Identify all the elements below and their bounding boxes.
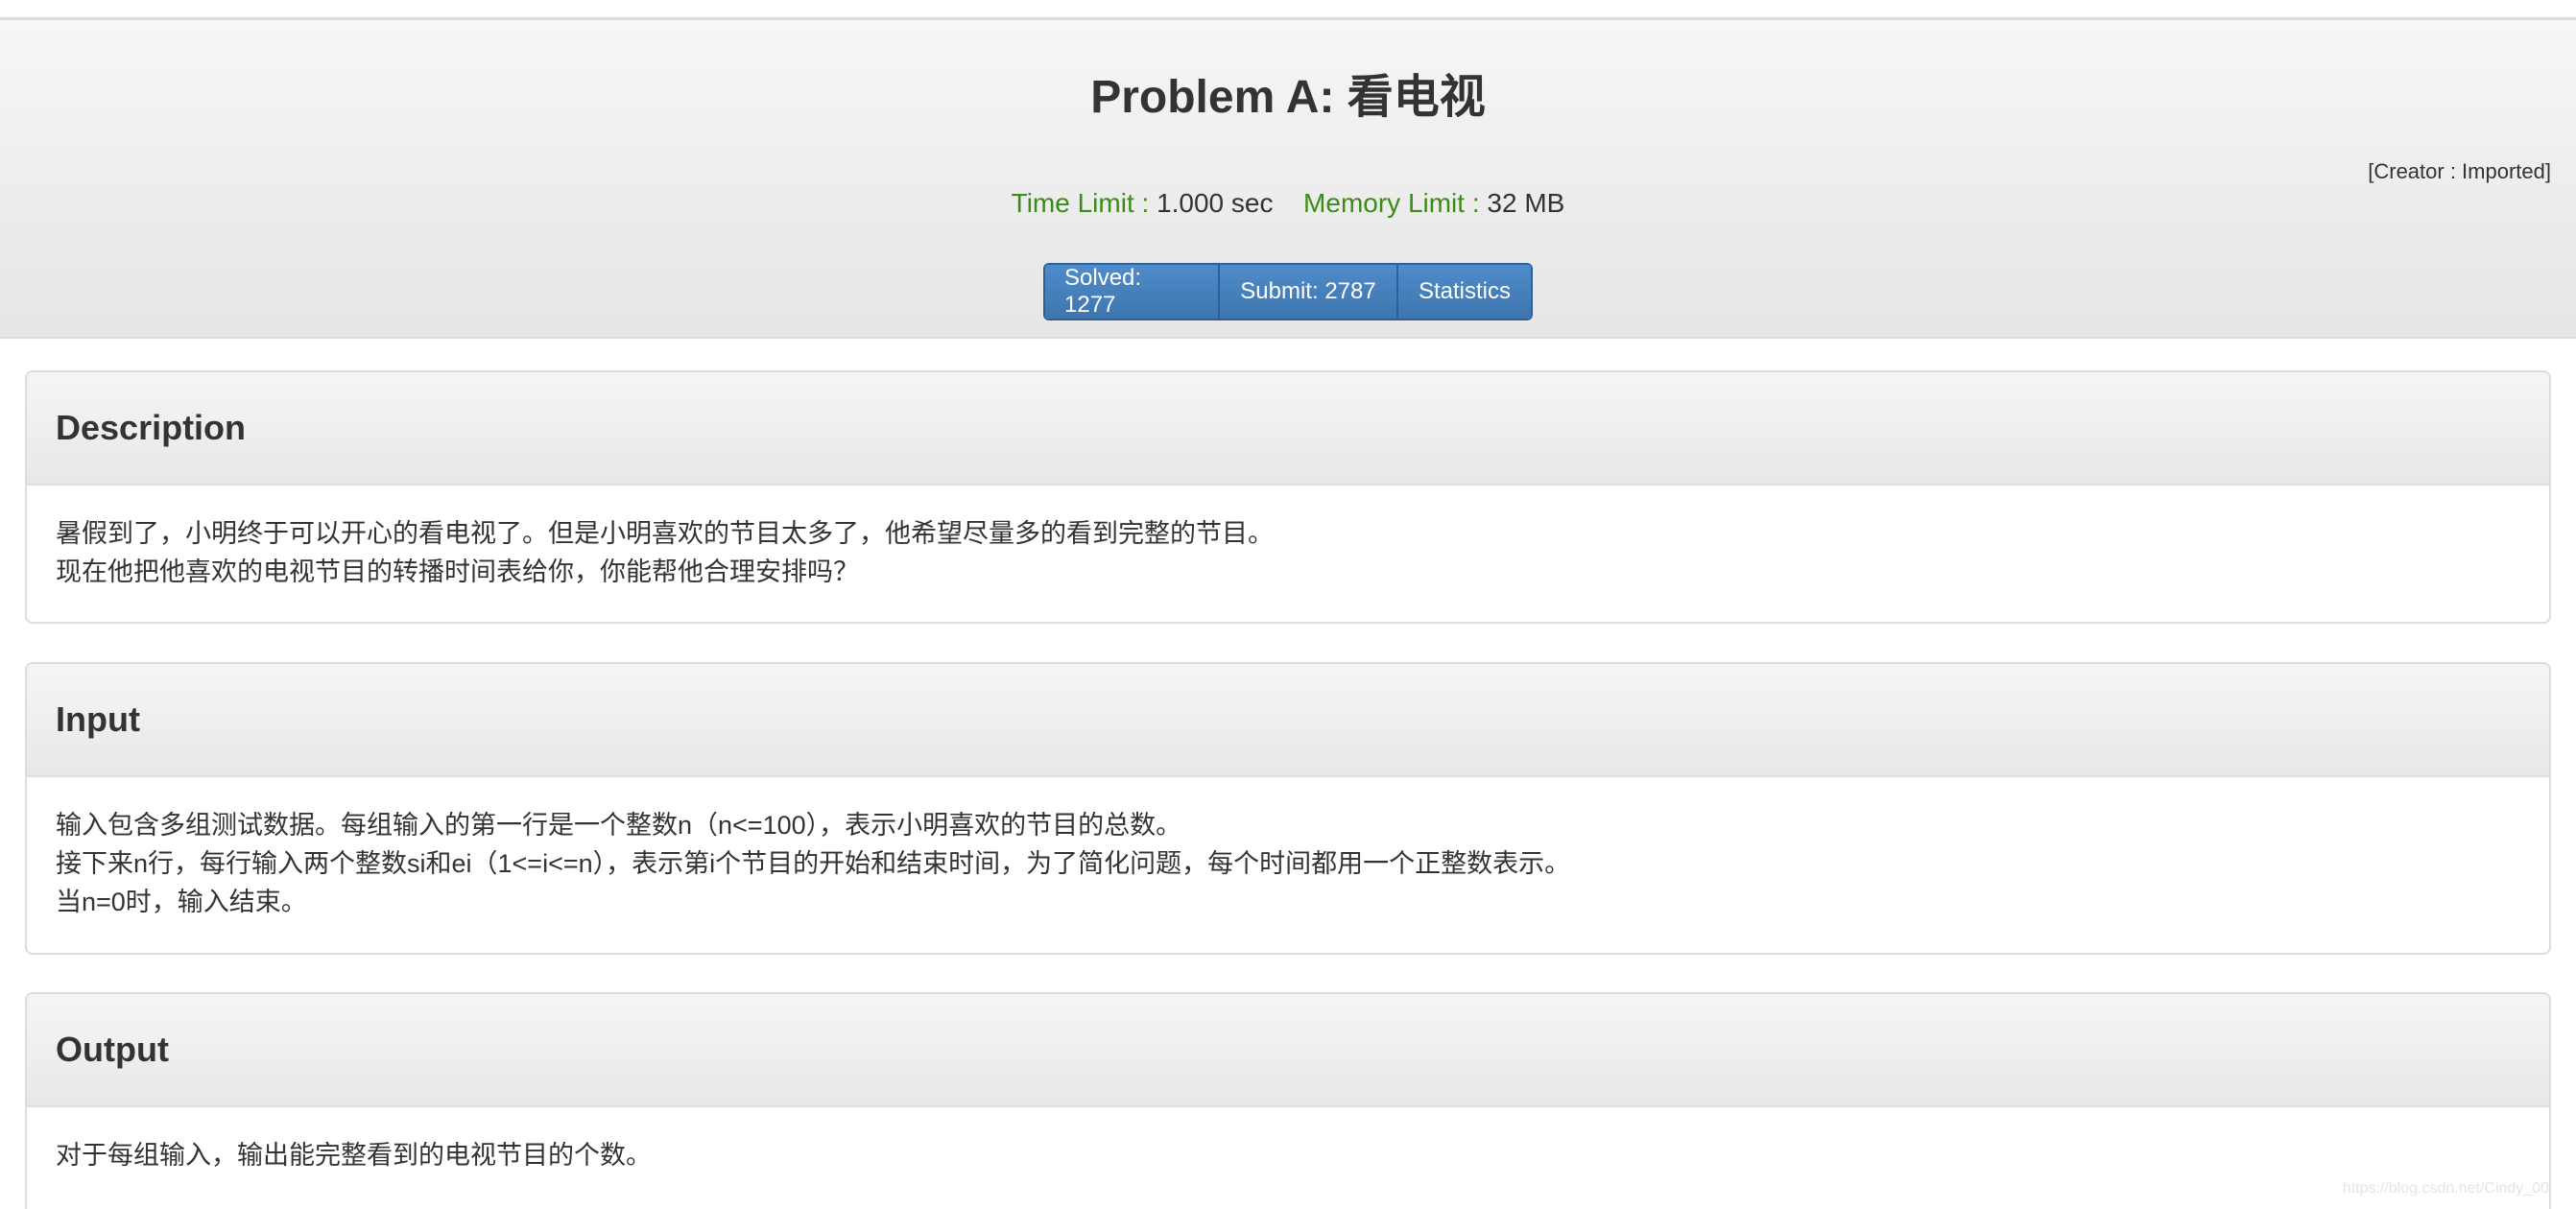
output-line: 对于每组输入，输出能完整看到的电视节目的个数。: [56, 1141, 652, 1170]
input-panel: Input 输入包含多组测试数据。每组输入的第一行是一个整数n（n<=100），…: [25, 662, 2551, 955]
output-panel: Output 对于每组输入，输出能完整看到的电视节目的个数。: [25, 992, 2551, 1209]
input-line: 接下来n行，每行输入两个整数si和ei（1<=i<=n），表示第i个节目的开始和…: [56, 849, 1571, 878]
input-line: 当n=0时，输入结束。: [56, 888, 307, 916]
output-heading: Output: [27, 994, 2549, 1107]
description-body: 暑假到了，小明终于可以开心的看电视了。但是小明喜欢的节目太多了，他希望尽量多的看…: [27, 486, 2549, 591]
input-heading: Input: [27, 664, 2549, 777]
submit-button[interactable]: Submit: 2787: [1218, 265, 1396, 319]
statistics-button[interactable]: Statistics: [1396, 265, 1531, 319]
description-panel: Description 暑假到了，小明终于可以开心的看电视了。但是小明喜欢的节目…: [25, 370, 2551, 624]
watermark: https://blog.csdn.net/Cindy_00: [2342, 1180, 2549, 1197]
time-limit-label: Time Limit :: [1011, 188, 1150, 218]
problem-header: Problem A: 看电视 [Creator : Imported] Time…: [0, 17, 2576, 339]
time-limit-value: 1.000 sec: [1157, 188, 1274, 218]
input-body: 输入包含多组测试数据。每组输入的第一行是一个整数n（n<=100），表示小明喜欢…: [27, 777, 2549, 921]
limits-bar: Time Limit : 1.000 sec Memory Limit : 32…: [0, 188, 2576, 219]
stats-button-group: Solved: 1277 Submit: 2787 Statistics: [1043, 263, 1533, 320]
description-line: 现在他把他喜欢的电视节目的转播时间表给你，你能帮他合理安排吗？: [56, 557, 859, 586]
memory-limit-value: 32 MB: [1487, 188, 1565, 218]
memory-limit-label: Memory Limit :: [1303, 188, 1480, 218]
description-heading: Description: [27, 372, 2549, 486]
page-title: Problem A: 看电视: [1090, 72, 1486, 123]
creator-label: [Creator : Imported]: [2368, 159, 2551, 183]
output-body: 对于每组输入，输出能完整看到的电视节目的个数。: [27, 1107, 2549, 1174]
solved-button[interactable]: Solved: 1277: [1045, 265, 1218, 319]
input-line: 输入包含多组测试数据。每组输入的第一行是一个整数n（n<=100），表示小明喜欢…: [56, 811, 1182, 840]
description-line: 暑假到了，小明终于可以开心的看电视了。但是小明喜欢的节目太多了，他希望尽量多的看…: [56, 519, 1274, 548]
